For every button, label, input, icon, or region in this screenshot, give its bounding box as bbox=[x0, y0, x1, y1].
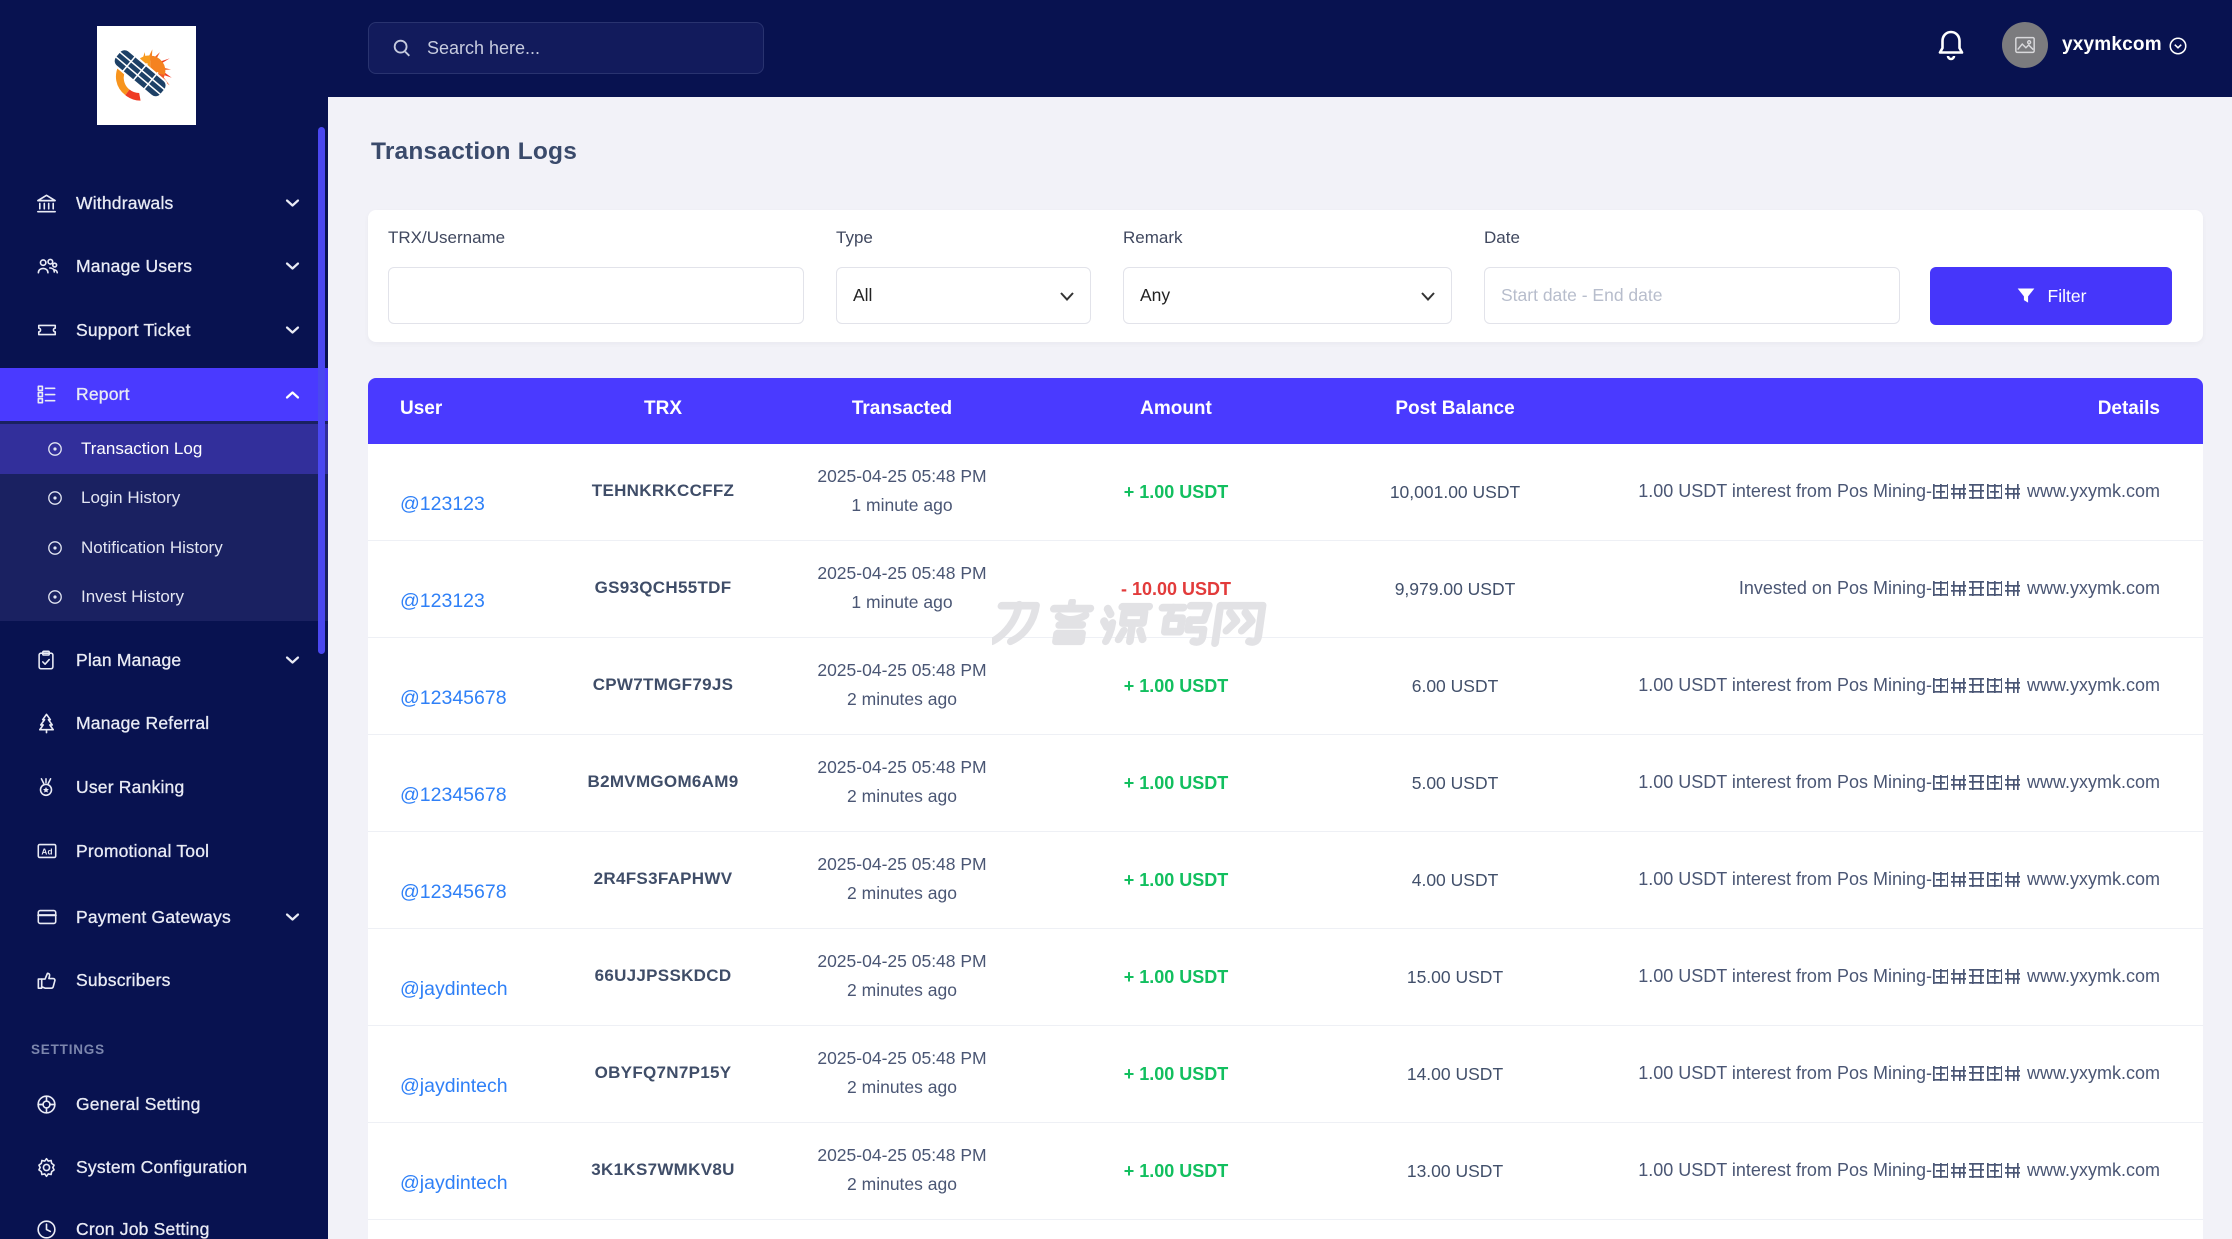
svg-text:Ad: Ad bbox=[41, 847, 52, 856]
